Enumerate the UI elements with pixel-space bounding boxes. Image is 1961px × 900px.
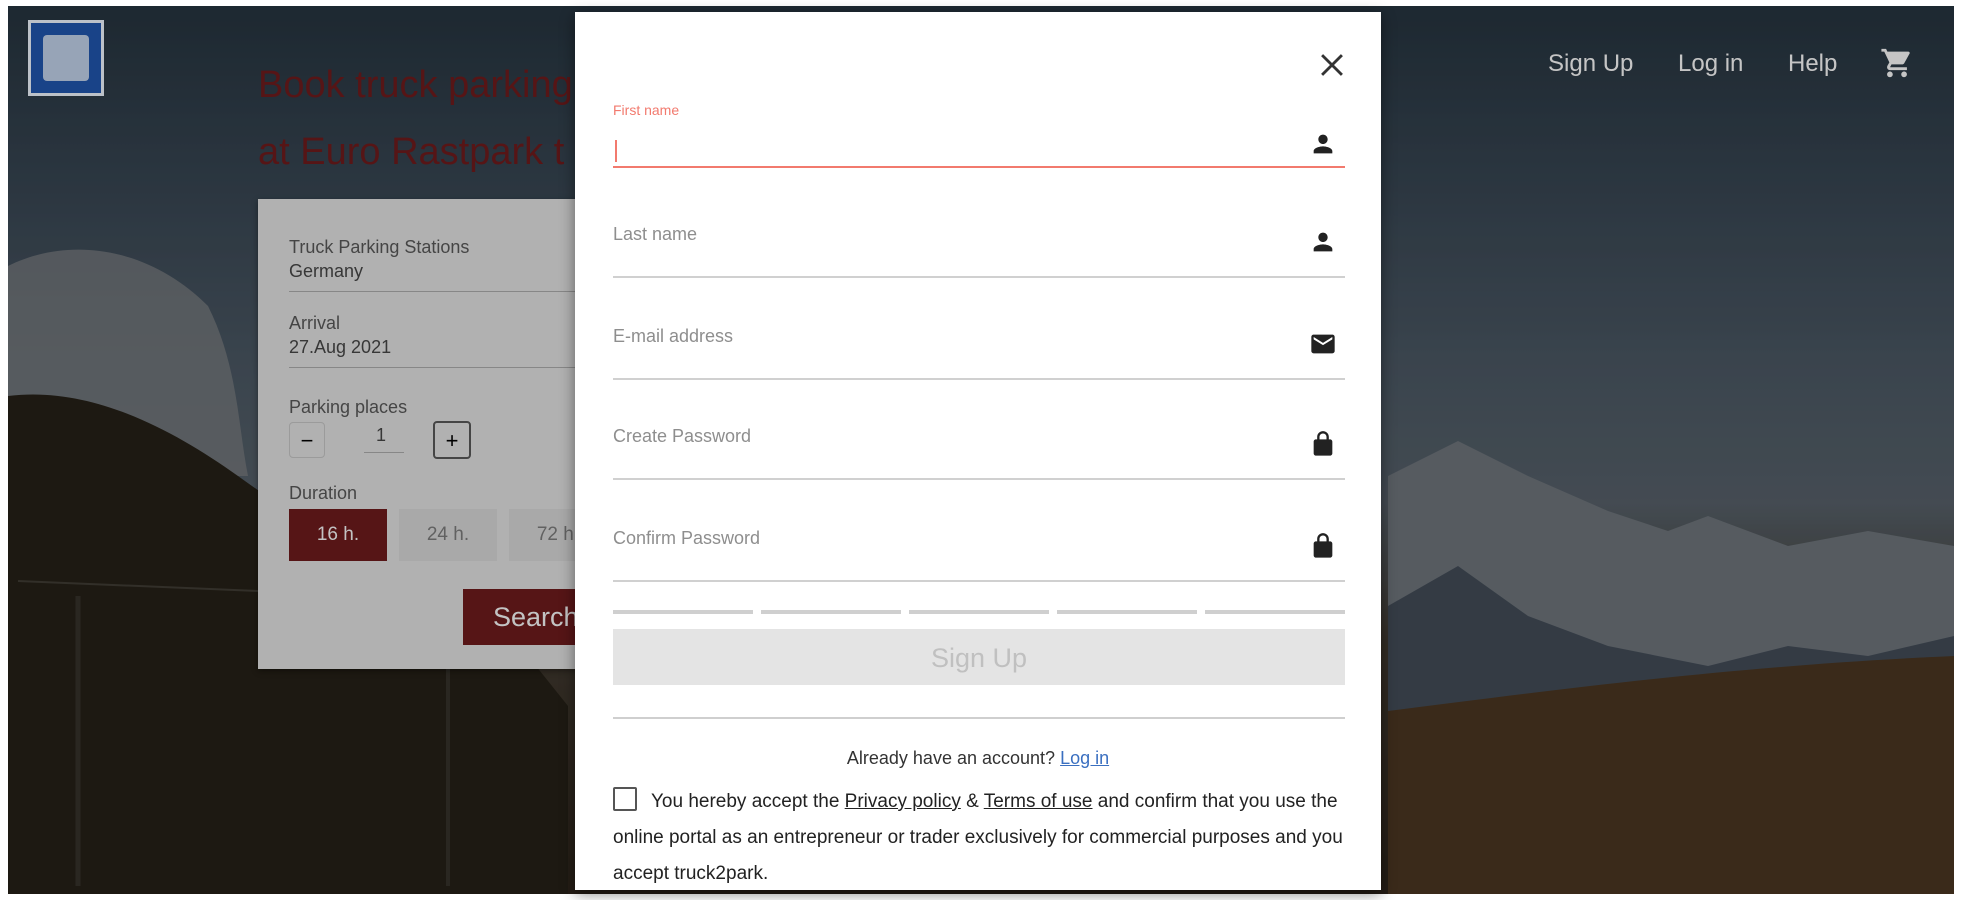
password-strength-segment-1 [613, 610, 753, 614]
first-name-underline [613, 166, 1345, 168]
password-strength-segment-5 [1205, 610, 1345, 614]
confirm-password-underline [613, 580, 1345, 582]
first-name-label: First name [613, 102, 680, 118]
already-have-account: Already have an account? Log in [575, 748, 1381, 769]
signup-modal: First name Last name E-mail address Crea… [575, 12, 1381, 890]
email-input[interactable] [613, 340, 1293, 374]
log-in-link[interactable]: Log in [1060, 748, 1109, 768]
password-strength-segment-4 [1057, 610, 1197, 614]
first-name-input[interactable] [613, 128, 1293, 162]
confirm-password-field[interactable]: Confirm Password [613, 518, 1345, 582]
text-cursor [615, 140, 617, 162]
mail-icon [1311, 334, 1335, 354]
password-strength-segment-2 [761, 610, 901, 614]
privacy-policy-link[interactable]: Privacy policy [845, 791, 961, 812]
sign-up-button[interactable]: Sign Up [613, 629, 1345, 685]
create-password-field[interactable]: Create Password [613, 416, 1345, 480]
lock-icon [1313, 431, 1333, 456]
confirm-password-input[interactable] [613, 542, 1293, 576]
last-name-input[interactable] [613, 238, 1293, 272]
person-icon [1313, 134, 1333, 154]
accept-terms-checkbox[interactable] [613, 787, 637, 811]
consent-block: You hereby accept the Privacy policy & T… [613, 784, 1353, 892]
close-icon[interactable] [1315, 48, 1349, 82]
create-password-input[interactable] [613, 440, 1293, 474]
last-name-underline [613, 276, 1345, 278]
first-name-field[interactable]: First name [613, 102, 1345, 168]
email-underline [613, 378, 1345, 380]
person-icon [1313, 232, 1333, 252]
terms-of-use-link[interactable]: Terms of use [984, 791, 1093, 812]
consent-text-1: You hereby accept the [651, 791, 840, 812]
password-strength-segment-3 [909, 610, 1049, 614]
ampersand: & [966, 791, 979, 812]
already-text: Already have an account? [846, 748, 1056, 768]
divider [613, 717, 1345, 719]
create-password-underline [613, 478, 1345, 480]
email-field[interactable]: E-mail address [613, 316, 1345, 380]
last-name-field[interactable]: Last name [613, 214, 1345, 278]
lock-icon [1313, 533, 1333, 558]
